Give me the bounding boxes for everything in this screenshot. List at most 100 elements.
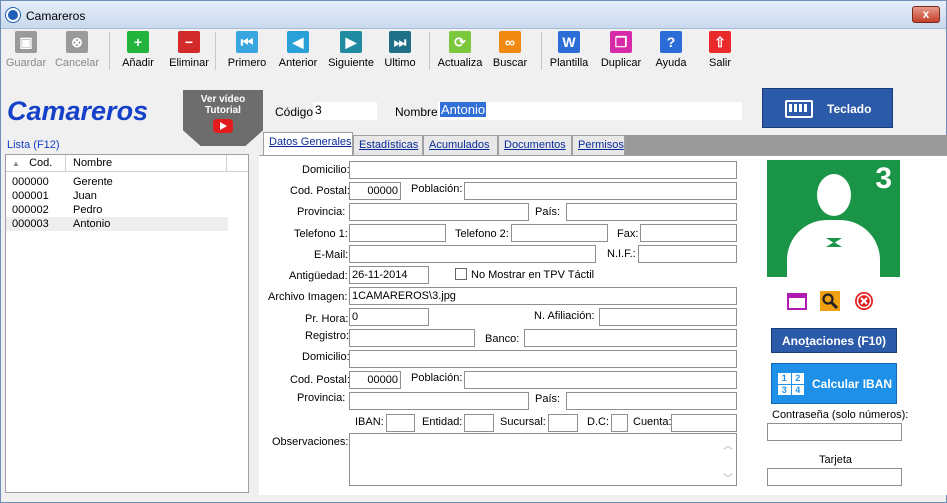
calcular-iban-button[interactable]: 1234 Calcular IBAN (771, 363, 897, 404)
codigo-label: Código: (275, 105, 317, 119)
toolbar-button-cancelar[interactable]: ⊗ Cancelar (52, 29, 102, 73)
fax-label: Fax: (617, 228, 639, 240)
iban-field[interactable] (386, 414, 415, 432)
list-item-cod: 000001 (12, 190, 49, 202)
tarjeta-field[interactable] (767, 468, 902, 486)
domicilio2-field[interactable] (349, 350, 737, 368)
tab-acumulados[interactable]: Acumulados (423, 135, 498, 155)
toolbar-label: Ayuda (655, 57, 687, 69)
list-item[interactable]: 000001 Juan (6, 189, 228, 203)
toolbar-button-salir[interactable]: ⇧ Salir (705, 29, 735, 73)
nombre-value: Antonio (440, 102, 487, 117)
antiguedad-field[interactable]: 26-11-2014 (349, 266, 429, 284)
anotaciones-button[interactable]: Anotaciones (F10) (771, 328, 897, 353)
pr-hora-label: Pr. Hora: (305, 313, 349, 325)
sucursal-field[interactable] (548, 414, 578, 432)
telefono1-label: Telefono 1: (294, 228, 348, 240)
toolbar-button-primero[interactable]: ⏮ Primero (225, 29, 269, 73)
cuenta-label: Cuenta: (633, 416, 672, 428)
list-item-nombre: Gerente (73, 176, 113, 188)
word-icon: W (558, 31, 580, 53)
registro-field[interactable] (349, 329, 475, 347)
scroll-down-icon[interactable]: ﹀ (721, 470, 735, 485)
nif-field[interactable] (638, 245, 737, 263)
list-item[interactable]: 000003 Antonio (6, 217, 228, 231)
poblacion2-field[interactable] (464, 371, 737, 389)
toolbar-button-plantilla[interactable]: W Plantilla (546, 29, 592, 73)
previous-icon: ◀ (287, 31, 309, 53)
cuenta-field[interactable] (671, 414, 737, 432)
keyboard-icon (785, 100, 813, 118)
toolbar-button-actualiza[interactable]: ⟳ Actualiza (435, 29, 485, 73)
toolbar-label: Duplicar (600, 57, 642, 69)
domicilio-field[interactable] (349, 161, 737, 179)
entidad-field[interactable] (464, 414, 494, 432)
toolbar-button-anadir[interactable]: + Añadir (119, 29, 157, 73)
tab-estad-sticas[interactable]: Estadísticas (353, 135, 423, 155)
toolbar-button-buscar[interactable]: ∞ Buscar (489, 29, 531, 73)
codigo-field[interactable]: 3 (313, 102, 377, 120)
observaciones-scrollbar[interactable]: ︿ ﹀ (721, 437, 735, 485)
poblacion-field[interactable] (464, 182, 737, 200)
fax-field[interactable] (640, 224, 737, 242)
toolbar-button-eliminar[interactable]: − Eliminar (167, 29, 211, 73)
binoculars-icon: ∞ (499, 31, 521, 53)
video-tutorial-button[interactable]: Ver vídeo Tutorial (183, 90, 263, 146)
tarjeta-label: Tarjeta (819, 454, 853, 466)
delete-image-icon[interactable] (854, 291, 874, 311)
pais-field[interactable] (566, 203, 737, 221)
toolbar-label: Siguiente (328, 57, 374, 69)
provincia-field[interactable] (349, 203, 529, 221)
contrasena-field[interactable] (767, 423, 902, 441)
sort-up-icon: ▲ (12, 159, 20, 168)
dc-field[interactable] (611, 414, 628, 432)
banco-label: Banco: (485, 333, 520, 345)
toolbar-button-anterior[interactable]: ◀ Anterior (275, 29, 321, 73)
search-icon[interactable] (820, 291, 840, 311)
banco-field[interactable] (524, 329, 737, 347)
antiguedad-label: Antigüedad: (289, 270, 348, 282)
tab-permisos[interactable]: Permisos (572, 135, 625, 155)
video-label-line2: Tutorial (205, 105, 241, 116)
waiter-list[interactable]: ▲ Cod. Nombre 000000 Gerente 000001 Juan 000… (5, 154, 249, 493)
first-icon: ⏮ (236, 31, 258, 53)
tab-datos-generales[interactable]: Datos Generales (263, 132, 353, 156)
n-afiliacion-field[interactable] (599, 308, 737, 326)
scroll-up-icon[interactable]: ︿ (721, 437, 735, 452)
registro-label: Registro: (305, 330, 350, 342)
telefono1-field[interactable] (349, 224, 446, 242)
keyboard-button[interactable]: Teclado (762, 88, 893, 128)
cod-postal-label: Cod. Postal: (290, 185, 350, 197)
archivo-imagen-field[interactable]: 1CAMAREROS\3.jpg (349, 287, 737, 305)
toolbar-label: Eliminar (169, 57, 209, 69)
list-item-cod: 000000 (12, 176, 49, 188)
telefono2-field[interactable] (511, 224, 608, 242)
toolbar-button-ayuda[interactable]: ? Ayuda (653, 29, 689, 73)
email-field[interactable] (349, 245, 596, 263)
cod-postal-field[interactable]: 00000 (349, 182, 401, 200)
list-item[interactable]: 000002 Pedro (6, 203, 228, 217)
tab-documentos[interactable]: Documentos (498, 135, 572, 155)
no-mostrar-checkbox[interactable] (455, 268, 467, 280)
cod-postal2-label: Cod. Postal: (290, 374, 350, 386)
toolbar-button-ultimo[interactable]: ⏭ Ultimo (382, 29, 418, 73)
pais2-label: País: (535, 393, 561, 405)
pr-hora-field[interactable]: 0 (349, 308, 429, 326)
close-button[interactable]: x (912, 6, 940, 23)
toolbar-button-guardar[interactable]: ▣ Guardar (5, 29, 47, 73)
observaciones-textarea[interactable] (349, 433, 737, 486)
toolbar-label: Cancelar (54, 57, 100, 69)
column-header-nombre[interactable]: Nombre (67, 155, 227, 172)
nombre-label: Nombre: (395, 105, 442, 119)
list-item[interactable]: 000000 Gerente (6, 175, 228, 189)
column-header-cod[interactable]: ▲ Cod. (6, 155, 66, 172)
pais2-field[interactable] (566, 392, 737, 410)
nombre-field[interactable]: Antonio (438, 102, 742, 120)
folder-icon[interactable] (787, 291, 807, 311)
provincia2-field[interactable] (349, 392, 529, 410)
toolbar-separator (109, 32, 110, 70)
cod-postal2-field[interactable]: 00000 (349, 371, 401, 389)
toolbar-button-siguiente[interactable]: ▶ Siguiente (325, 29, 377, 73)
sucursal-label: Sucursal: (500, 416, 546, 428)
toolbar-button-duplicar[interactable]: ❐ Duplicar (597, 29, 645, 73)
